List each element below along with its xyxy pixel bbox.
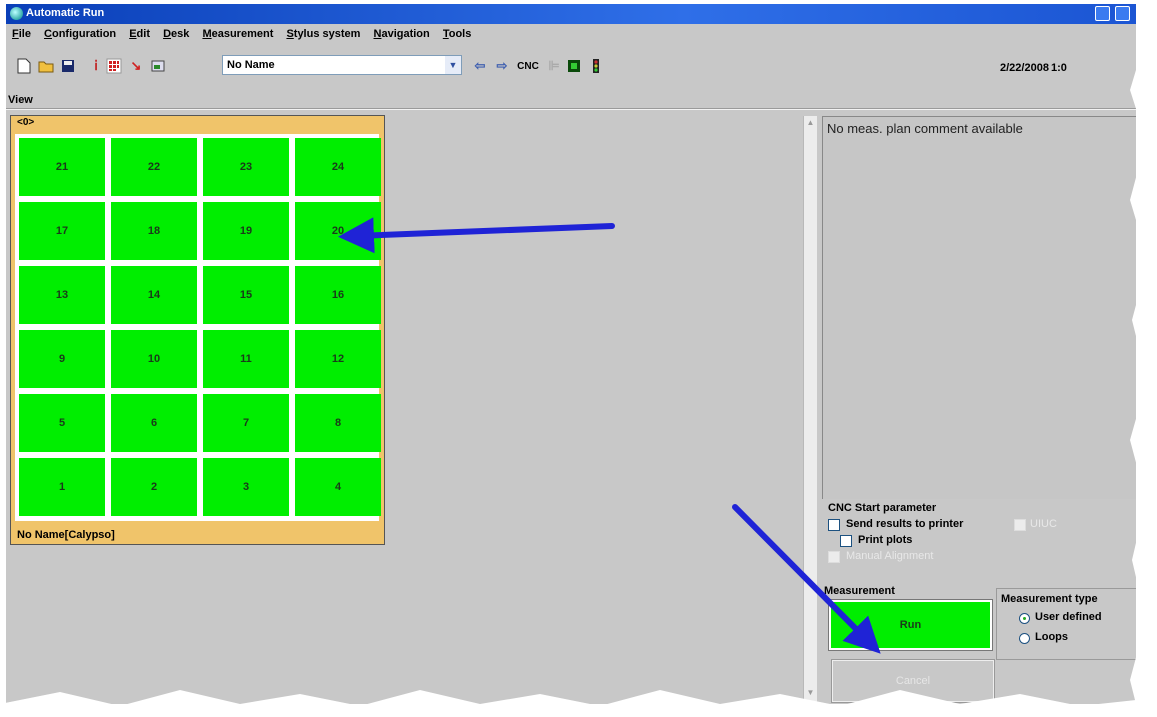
menu-stylus-system[interactable]: Stylus system (286, 28, 360, 40)
chevron-down-icon[interactable]: ▼ (445, 56, 461, 74)
time-display: 1:0 (1051, 62, 1067, 74)
traffic-light-icon[interactable] (588, 58, 604, 74)
measurement-type-header: Measurement type (1001, 593, 1098, 605)
pallet-grid: 21 22 23 24 17 18 19 20 13 14 15 16 9 10… (15, 134, 381, 521)
pallet-cell[interactable]: 1 (19, 458, 105, 516)
menu-file[interactable]: File (12, 28, 31, 40)
pallet-cell[interactable]: 23 (203, 138, 289, 196)
path-arrow-icon[interactable]: ↘ (128, 58, 144, 74)
send-results-label: Send results to printer (846, 518, 964, 530)
pallet-cell[interactable]: 16 (295, 266, 381, 324)
pallet-cell[interactable]: 9 (19, 330, 105, 388)
machine-status-icon[interactable] (566, 58, 582, 74)
menu-desk[interactable]: Desk (163, 28, 189, 40)
pallet-cell[interactable]: 24 (295, 138, 381, 196)
pallet-cell[interactable]: 5 (19, 394, 105, 452)
window-title: Automatic Run (26, 7, 105, 19)
pallet-cell[interactable]: 6 (111, 394, 197, 452)
run-button[interactable]: Run (828, 599, 993, 651)
image-icon[interactable] (150, 58, 166, 74)
manual-alignment-label: Manual Alignment (846, 550, 934, 562)
pallet-cell[interactable]: 3 (203, 458, 289, 516)
pallet-cell[interactable]: 20 (295, 202, 381, 260)
measurement-type-group: Measurement type User defined Loops (996, 588, 1136, 660)
pallet-cell[interactable]: 14 (111, 266, 197, 324)
app-icon (10, 7, 23, 20)
print-plots-label: Print plots (858, 534, 913, 546)
cancel-button[interactable]: Cancel (831, 659, 995, 703)
menu-navigation[interactable]: Navigation (374, 28, 430, 40)
minimize-button[interactable] (1095, 6, 1110, 21)
toolbar: ⅰ ↘ No Name ▼ ⇦ ⇨ CNC ⊫ 2/22/2008 1:0 (6, 52, 1136, 80)
pallet-cell[interactable]: 2 (111, 458, 197, 516)
maximize-button[interactable] (1115, 6, 1130, 21)
send-results-checkbox[interactable] (828, 519, 840, 531)
uiuc-label: UIUC (1030, 518, 1057, 530)
new-file-icon[interactable] (16, 58, 32, 74)
pallet-cell[interactable]: 17 (19, 202, 105, 260)
arrow-left-icon[interactable]: ⇦ (472, 58, 488, 74)
uiuc-checkbox[interactable] (1014, 519, 1026, 531)
manual-alignment-checkbox[interactable] (828, 551, 840, 563)
scroll-down-icon[interactable]: ▼ (805, 688, 816, 700)
pallet-cell[interactable]: 21 (19, 138, 105, 196)
pallet-grid-icon[interactable] (106, 58, 122, 74)
title-bar: Automatic Run (6, 4, 1136, 24)
date-display: 2/22/2008 (1000, 62, 1049, 74)
pallet-header: <0> (17, 117, 35, 128)
view-label: View (8, 94, 33, 106)
user-defined-radio[interactable] (1019, 613, 1030, 624)
pallet-cell[interactable]: 7 (203, 394, 289, 452)
open-folder-icon[interactable] (38, 58, 54, 74)
pallet-cell[interactable]: 10 (111, 330, 197, 388)
menu-edit[interactable]: Edit (129, 28, 150, 40)
menu-configuration[interactable]: Configuration (44, 28, 116, 40)
user-defined-label: User defined (1035, 611, 1102, 623)
measurement-header: Measurement (824, 585, 895, 597)
plan-name-combobox[interactable]: No Name ▼ (222, 55, 462, 75)
print-plots-checkbox[interactable] (840, 535, 852, 547)
loops-radio[interactable] (1019, 633, 1030, 644)
pallet-cell[interactable]: 4 (295, 458, 381, 516)
pallet-footer: No Name[Calypso] (17, 529, 115, 541)
pallet-cell[interactable]: 12 (295, 330, 381, 388)
menu-bar: File Configuration Edit Desk Measurement… (6, 28, 1136, 46)
info-icon[interactable]: ⅰ (88, 58, 104, 74)
cnc-start-header: CNC Start parameter (828, 502, 937, 514)
vertical-scrollbar[interactable]: ▲ ▼ (803, 116, 817, 702)
pallet-cell[interactable]: 15 (203, 266, 289, 324)
plan-comment-text: No meas. plan comment available (827, 121, 1023, 136)
loops-label: Loops (1035, 631, 1068, 643)
save-icon[interactable] (60, 58, 76, 74)
pallet-cell[interactable]: 19 (203, 202, 289, 260)
automatic-run-window: Automatic Run File Configuration Edit De… (6, 4, 1136, 704)
plan-comment-panel: No meas. plan comment available (822, 116, 1136, 499)
cnc-button[interactable]: CNC (514, 58, 542, 74)
pallet-panel: <0> 21 22 23 24 17 18 19 20 13 14 15 16 … (10, 115, 385, 545)
pallet-cell[interactable]: 18 (111, 202, 197, 260)
menu-tools[interactable]: Tools (443, 28, 472, 40)
view-divider (6, 108, 1136, 110)
ladder-icon[interactable]: ⊫ (546, 58, 562, 74)
scroll-up-icon[interactable]: ▲ (805, 118, 816, 130)
arrow-right-icon[interactable]: ⇨ (494, 58, 510, 74)
pallet-cell[interactable]: 8 (295, 394, 381, 452)
pallet-cell[interactable]: 22 (111, 138, 197, 196)
plan-name-value: No Name (227, 59, 275, 71)
pallet-cell[interactable]: 13 (19, 266, 105, 324)
pallet-cell[interactable]: 11 (203, 330, 289, 388)
menu-measurement[interactable]: Measurement (202, 28, 273, 40)
